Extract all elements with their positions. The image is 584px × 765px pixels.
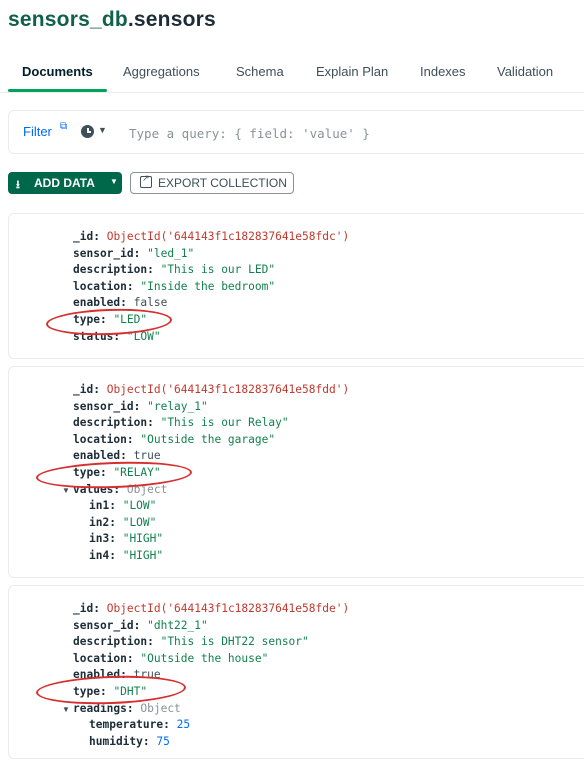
add-data-button[interactable]: ⭳ ADD DATA ▼ — [8, 172, 122, 194]
field-key: _id: — [73, 230, 100, 243]
field-key: sensor_id: — [73, 619, 141, 632]
field-value: 75 — [156, 735, 170, 748]
field-value: "This is our LED" — [160, 263, 276, 276]
expand-caret-icon[interactable]: ▼ — [62, 486, 70, 495]
field-value: "LOW" — [122, 516, 157, 529]
field-value: "dht22_1" — [147, 619, 208, 632]
field-key: in2: — [89, 516, 116, 529]
field-id: _id: ObjectId('644143f1c182837641e58fdc'… — [73, 230, 349, 244]
tab-bar: Documents Aggregations Schema Explain Pl… — [0, 52, 584, 93]
field-value: ObjectId('644143f1c182837641e58fde') — [106, 602, 350, 615]
field-description: description: "This is DHT22 sensor" — [73, 635, 309, 649]
field-key: sensor_id: — [73, 247, 141, 260]
download-icon: ⭳ — [16, 179, 20, 191]
field-key: enabled: — [73, 296, 127, 309]
tab-explain-plan[interactable]: Explain Plan — [316, 64, 388, 79]
query-bar: Filter ⧉ ▼ — [8, 110, 584, 154]
field-key: location: — [73, 433, 134, 446]
export-collection-button[interactable]: EXPORT COLLECTION — [130, 172, 294, 194]
expand-caret-icon[interactable]: ▼ — [62, 705, 70, 714]
field-value: "relay_1" — [147, 400, 208, 413]
field-key: description: — [73, 635, 154, 648]
query-history-icon[interactable] — [81, 125, 94, 138]
db-name: sensors_db — [8, 8, 128, 31]
tab-validation[interactable]: Validation — [497, 64, 553, 79]
field-sensor-id: sensor_id: "relay_1" — [73, 400, 208, 414]
field-key: temperature: — [89, 718, 170, 731]
field-value: "This is our Relay" — [160, 416, 289, 429]
field-value: "This is DHT22 sensor" — [160, 635, 309, 648]
field-key: sensor_id: — [73, 400, 141, 413]
nested-field: temperature: 25 — [89, 718, 190, 732]
field-key: _id: — [73, 602, 100, 615]
page-title: sensors_db.sensors — [8, 8, 216, 32]
field-key: humidity: — [89, 735, 150, 748]
filter-label[interactable]: Filter — [23, 124, 52, 139]
field-key: description: — [73, 416, 154, 429]
field-key: in3: — [89, 532, 116, 545]
nested-field: in1: "LOW" — [89, 499, 156, 513]
field-value: "LOW" — [122, 499, 157, 512]
query-input[interactable] — [127, 119, 571, 147]
nested-field: in3: "HIGH" — [89, 532, 163, 546]
document-card[interactable]: _id: ObjectId('644143f1c182837641e58fde'… — [8, 585, 584, 759]
tab-documents[interactable]: Documents — [22, 64, 93, 79]
field-value: "Outside the house" — [140, 652, 269, 665]
field-value: "HIGH" — [122, 532, 164, 545]
external-link-icon[interactable]: ⧉ — [60, 121, 67, 132]
nested-field: humidity: 75 — [89, 735, 170, 749]
field-location: location: "Outside the garage" — [73, 433, 275, 447]
field-key: _id: — [73, 383, 100, 396]
field-key: location: — [73, 280, 134, 293]
add-data-label: ADD DATA — [34, 176, 95, 190]
field-key: in4: — [89, 549, 116, 562]
field-type-label: Object — [140, 702, 181, 715]
field-key: location: — [73, 652, 134, 665]
field-description: description: "This is our Relay" — [73, 416, 289, 430]
field-key: enabled: — [73, 449, 127, 462]
chevron-down-icon: ▼ — [110, 177, 118, 186]
export-icon — [140, 173, 152, 188]
field-value: false — [133, 296, 168, 309]
tab-aggregations[interactable]: Aggregations — [123, 64, 200, 79]
field-value: "led_1" — [147, 247, 195, 260]
field-sensor-id: sensor_id: "led_1" — [73, 247, 194, 261]
field-key: description: — [73, 263, 154, 276]
export-collection-label: EXPORT COLLECTION — [158, 176, 287, 190]
field-description: description: "This is our LED" — [73, 263, 275, 277]
document-card[interactable]: _id: ObjectId('644143f1c182837641e58fdc'… — [8, 213, 584, 359]
field-value: ObjectId('644143f1c182837641e58fdc') — [106, 230, 350, 243]
field-location: location: "Outside the house" — [73, 652, 268, 666]
tab-indexes[interactable]: Indexes — [420, 64, 466, 79]
field-value: ObjectId('644143f1c182837641e58fdd') — [106, 383, 350, 396]
field-value: "Outside the garage" — [140, 433, 276, 446]
field-value: 25 — [176, 718, 191, 731]
chevron-down-icon[interactable]: ▼ — [98, 125, 107, 135]
nested-field: in4: "HIGH" — [89, 549, 163, 563]
tab-schema[interactable]: Schema — [236, 64, 284, 79]
field-value: "Inside the bedroom" — [140, 280, 276, 293]
field-id: _id: ObjectId('644143f1c182837641e58fde'… — [73, 602, 349, 616]
nested-field: in2: "LOW" — [89, 516, 156, 530]
field-value: "HIGH" — [122, 549, 164, 562]
field-id: _id: ObjectId('644143f1c182837641e58fdd'… — [73, 383, 349, 397]
field-sensor-id: sensor_id: "dht22_1" — [73, 619, 208, 633]
field-location: location: "Inside the bedroom" — [73, 280, 275, 294]
collection-name: .sensors — [127, 8, 216, 31]
active-tab-indicator — [8, 89, 107, 92]
field-value: true — [133, 449, 161, 462]
field-key: in1: — [89, 499, 116, 512]
